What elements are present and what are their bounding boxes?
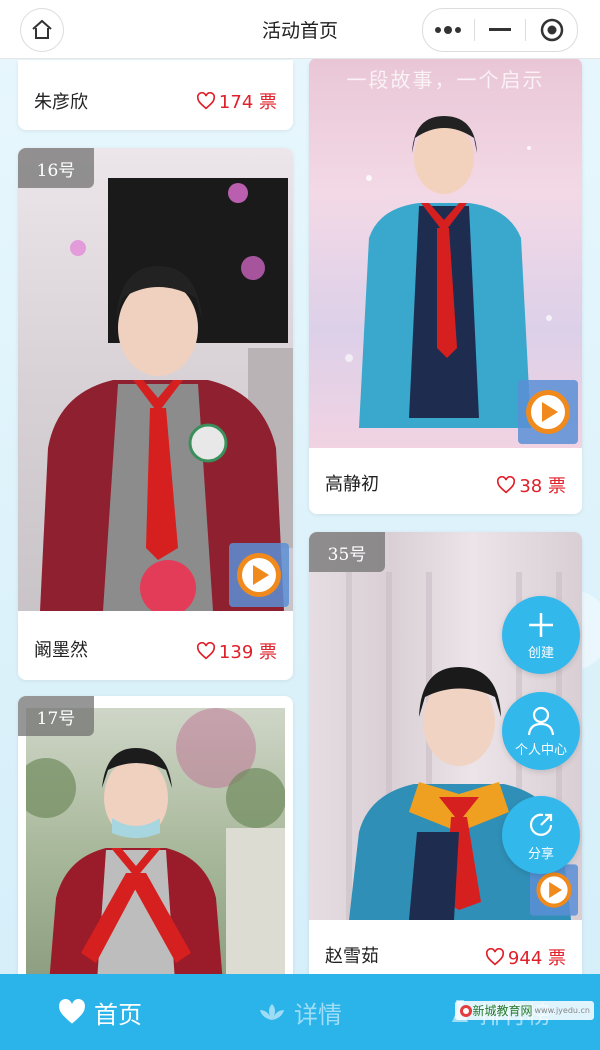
nav-home-label: 首页 [94, 1000, 142, 1029]
entry-photo[interactable]: 一段故事，一个启示 [309, 58, 582, 448]
vote-count-text: 944 票 [507, 948, 566, 969]
entry-name: 朱彦欣 [34, 92, 88, 113]
play-icon[interactable] [229, 543, 289, 607]
plus-icon [529, 612, 553, 637]
minimize-icon [489, 28, 511, 31]
play-icon[interactable] [518, 380, 578, 444]
more-dots-icon [435, 26, 462, 34]
nav-details-label: 详情 [294, 1000, 342, 1029]
entry-name: 赵雪茹 [325, 946, 379, 967]
entry-card[interactable]: 一段故事，一个启示 高静初 38 票 [309, 58, 582, 514]
minimize-button[interactable] [475, 9, 526, 51]
vote-count-text: 38 票 [519, 476, 566, 497]
create-label: 创建 [527, 645, 554, 661]
user-icon [527, 706, 555, 735]
heart-icon [59, 999, 85, 1024]
entry-card[interactable]: 朱彦欣 174 票 [18, 60, 293, 130]
heart-outline-icon [497, 476, 516, 494]
more-button[interactable] [423, 9, 474, 51]
entry-photo[interactable]: 16号 [18, 148, 293, 611]
vote-count[interactable]: 139 票 [196, 638, 277, 664]
close-button[interactable] [526, 9, 577, 51]
child-photo [40, 178, 293, 611]
create-button[interactable]: 创建 [502, 596, 580, 674]
watermark-logo-icon [459, 1004, 472, 1017]
profile-button[interactable]: 个人中心 [502, 692, 580, 770]
mini-program-capsule [422, 8, 578, 52]
vote-count-text: 174 票 [218, 92, 277, 113]
share-label: 分享 [527, 846, 554, 862]
entry-name: 阚墨然 [34, 640, 88, 661]
nav-home[interactable]: 首页 [0, 974, 200, 1050]
heart-outline-icon [196, 642, 215, 660]
entry-name: 高静初 [325, 474, 379, 495]
watermark-logo-url: www.jyedu.cn [534, 1006, 590, 1015]
watermark-logo-text: 新城教育网 [472, 1004, 533, 1018]
vote-count[interactable]: 944 票 [485, 944, 566, 970]
heart-outline-icon [196, 92, 215, 110]
lotus-icon [260, 1004, 284, 1020]
vote-count[interactable]: 38 票 [496, 472, 566, 498]
entry-card[interactable]: 16号 阚墨然 139 票 [18, 148, 293, 680]
entry-card[interactable]: 17号 [18, 696, 293, 996]
nav-details[interactable]: 详情 [200, 974, 400, 1050]
child-photo [26, 708, 285, 996]
entry-number-tag: 35号 [309, 532, 385, 572]
title-bar: 活动首页 [0, 0, 600, 59]
profile-label: 个人中心 [514, 742, 567, 758]
entry-number-tag: 16号 [18, 148, 94, 188]
watermark-logo: 新城教育网 www.jyedu.cn [454, 1001, 594, 1020]
heart-outline-icon [485, 948, 504, 966]
vote-count-text: 139 票 [218, 642, 277, 663]
entry-photo[interactable] [26, 708, 285, 996]
entry-number-tag: 17号 [18, 696, 94, 736]
vote-count[interactable]: 174 票 [196, 88, 277, 114]
target-close-icon [540, 18, 563, 42]
share-button[interactable]: 分享 [502, 796, 580, 874]
share-icon [529, 813, 553, 836]
